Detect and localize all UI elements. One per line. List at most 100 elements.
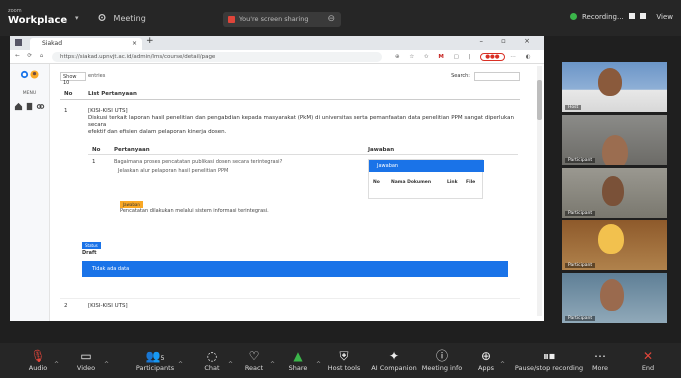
share-icon (228, 16, 235, 23)
inner-table: No Pertanyaan Jawaban 1 Bagaimana proses… (88, 146, 518, 226)
top-right-controls: Recording... View (569, 13, 673, 21)
table-row: 2 [KISI-KISI UTS] (60, 298, 520, 309)
row-number: 2 (64, 303, 68, 309)
react-button[interactable]: ♡ React (232, 348, 276, 372)
answer-header[interactable]: Jawaban (369, 160, 484, 172)
status-badge: Status (82, 242, 101, 249)
window-controls[interactable]: – ▫ × (479, 37, 538, 45)
address-bar: ← ⟳ ⌂ https://siakad.upnvjt.ac.id/admin/… (10, 50, 544, 64)
table-header: No List Pertanyaan (60, 90, 520, 100)
participant-name: Participant (565, 211, 596, 216)
participant-video (600, 279, 624, 311)
audio-options-icon[interactable]: ^ (54, 361, 59, 368)
participant-name: Participant (565, 263, 596, 268)
participant-name: Participant (565, 158, 596, 163)
apps-options-icon[interactable]: ^ (500, 361, 505, 368)
meeting-info-button[interactable]: ⓘ Meeting info (418, 348, 466, 372)
end-icon: ✕ (642, 349, 654, 363)
end-button[interactable]: ✕ End (626, 348, 670, 372)
participant-video (602, 135, 628, 165)
entries-select[interactable]: Show 10 (60, 72, 86, 86)
app-brand: zoom Workplace (8, 6, 67, 26)
meeting-toolbar: 🎙 Audio ^ ▭ Video ^ 👥5 Participants ^ ◌ … (0, 343, 681, 378)
participant-video (598, 224, 624, 254)
sub-question: Bagaimana proses pencatatan publikasi do… (114, 159, 283, 165)
link-icon[interactable] (36, 102, 45, 111)
sparkle-icon: ✦ (388, 349, 400, 363)
share-screen-icon: ▲ (293, 349, 303, 363)
scrollbar-thumb[interactable] (537, 80, 542, 120)
host-tools-button[interactable]: ⛨ Host tools (322, 348, 366, 372)
logo-icon (20, 70, 28, 79)
new-tab-icon[interactable]: + (146, 36, 154, 46)
stop-icon[interactable] (640, 13, 647, 19)
chevron-down-icon[interactable]: ▾ (75, 14, 79, 22)
document-icon[interactable] (25, 102, 34, 111)
question-text: [KISI-KISI UTS] (88, 303, 128, 309)
share-options-icon[interactable]: ^ (316, 361, 321, 368)
participants-icon: 👥5 (145, 349, 165, 363)
browser-tab-bar: Siakad × + – ▫ × (10, 36, 544, 50)
browser-tab[interactable]: Siakad × (30, 38, 142, 50)
share-label: You're screen sharing (239, 15, 309, 23)
info-icon: ⓘ (435, 349, 448, 363)
pause-icon[interactable] (628, 13, 635, 19)
meeting-label: Meeting (113, 14, 146, 23)
inner-table-header: No Pertanyaan Jawaban (88, 146, 518, 155)
answer-text: Pencatatan dilakukan melalui sistem info… (120, 208, 269, 214)
audio-button[interactable]: 🎙 Audio (16, 348, 60, 372)
table-controls: Show 10 entries Search: (60, 72, 520, 86)
apps-button[interactable]: ⊕ Apps (464, 348, 508, 372)
more-button[interactable]: ⋯ More (578, 348, 622, 372)
react-options-icon[interactable]: ^ (270, 361, 275, 368)
more-icon: ⋯ (594, 349, 606, 363)
video-icon: ▭ (80, 349, 92, 363)
home-icon[interactable] (14, 102, 23, 111)
view-button[interactable]: View (656, 13, 673, 21)
security-icon[interactable] (569, 13, 577, 20)
question-text: [KISI-KISI UTS] Diskusi terkait laporan … (88, 108, 514, 135)
chat-button[interactable]: ◌ Chat (190, 348, 234, 372)
entries-label: entries (88, 73, 106, 79)
participant-tile[interactable]: Participant (562, 220, 667, 270)
app-sidebar: MENU (10, 64, 50, 321)
sidebar-label: MENU (22, 91, 37, 96)
participants-button[interactable]: 👥5 Participants (128, 348, 182, 372)
recording-label[interactable]: Recording... (582, 13, 624, 21)
sub-question: Jelaskan alur pelaporan hasil penelitian… (118, 168, 229, 174)
page-content: Show 10 entries Search: No List Pertanya… (50, 64, 530, 321)
participant-video (598, 68, 622, 96)
screen-share-indicator[interactable]: You're screen sharing ⊖ (223, 12, 341, 27)
inner-row-number: 1 (92, 159, 96, 165)
col-question: List Pertanyaan (88, 91, 137, 97)
close-tab-icon[interactable]: × (132, 40, 137, 47)
share-button[interactable]: ▲ Share (276, 348, 320, 372)
participant-tile[interactable]: Participant (562, 115, 667, 165)
scrollbar[interactable] (537, 66, 542, 316)
video-button[interactable]: ▭ Video (64, 348, 108, 372)
browser-toolbar-icons[interactable]: ⊕ ☆ ✩ M ▢ | ●●● ⋯ ◐ (395, 53, 534, 61)
tab-title: Siakad (42, 40, 63, 47)
video-options-icon[interactable]: ^ (104, 361, 109, 368)
answer-box: Jawaban No Nama Dokumen Link File (368, 159, 484, 199)
brand-name: Workplace (8, 15, 68, 26)
info-bar: Tidak ada data (82, 261, 508, 277)
participant-tile[interactable]: Participant (562, 168, 667, 218)
search-label: Search: (451, 73, 470, 79)
participant-tile[interactable]: Host (562, 62, 667, 112)
top-bar: zoom Workplace ▾ Meeting You're screen s… (0, 0, 681, 36)
participant-tile[interactable]: Participant (562, 273, 667, 323)
nav-buttons[interactable]: ← ⟳ ⌂ (15, 53, 46, 59)
url-field[interactable]: https://siakad.upnvjt.ac.id/admin/lms/co… (52, 52, 382, 62)
ai-companion-button[interactable]: ✦ AI Companion (368, 348, 420, 372)
participants-options-icon[interactable]: ^ (178, 361, 183, 368)
search-input[interactable] (474, 72, 520, 81)
stop-share-icon[interactable]: ⊖ (327, 14, 335, 24)
participant-name: Participant (565, 316, 596, 321)
meeting-menu[interactable]: Meeting (97, 13, 146, 23)
shield-icon: ⛨ (339, 349, 349, 363)
row-number: 1 (64, 108, 68, 114)
shared-screen: Siakad × + – ▫ × ← ⟳ ⌂ https://siakad.up… (10, 36, 544, 321)
answer-tag: Jawaban (120, 201, 143, 208)
avatar[interactable] (30, 70, 39, 79)
